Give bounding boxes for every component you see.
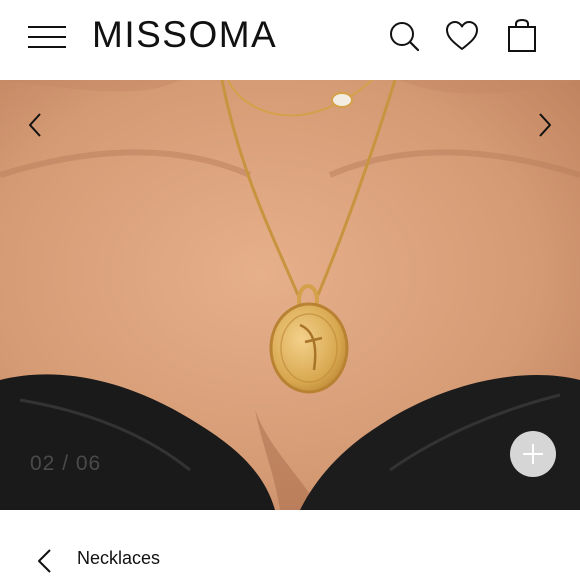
chevron-right-icon[interactable]	[530, 110, 560, 140]
search-icon[interactable]	[386, 18, 422, 54]
brand-logo[interactable]: MISSOMA	[92, 14, 277, 56]
heart-icon[interactable]	[444, 18, 480, 54]
product-image-gallery[interactable]: 02 / 06	[0, 80, 580, 510]
chevron-left-icon[interactable]	[22, 110, 52, 140]
breadcrumb: Necklaces	[0, 510, 580, 580]
menu-line	[28, 36, 66, 38]
breadcrumb-link-necklaces[interactable]: Necklaces	[77, 548, 160, 569]
plus-icon	[523, 444, 543, 464]
site-header: MISSOMA	[0, 0, 580, 80]
chevron-left-icon[interactable]	[34, 548, 56, 574]
menu-line	[28, 26, 66, 28]
zoom-button[interactable]	[510, 431, 556, 477]
menu-line	[28, 46, 66, 48]
bag-icon[interactable]	[504, 18, 540, 54]
slide-counter: 02 / 06	[30, 452, 102, 475]
product-photo	[0, 80, 580, 510]
menu-icon[interactable]	[28, 22, 68, 52]
